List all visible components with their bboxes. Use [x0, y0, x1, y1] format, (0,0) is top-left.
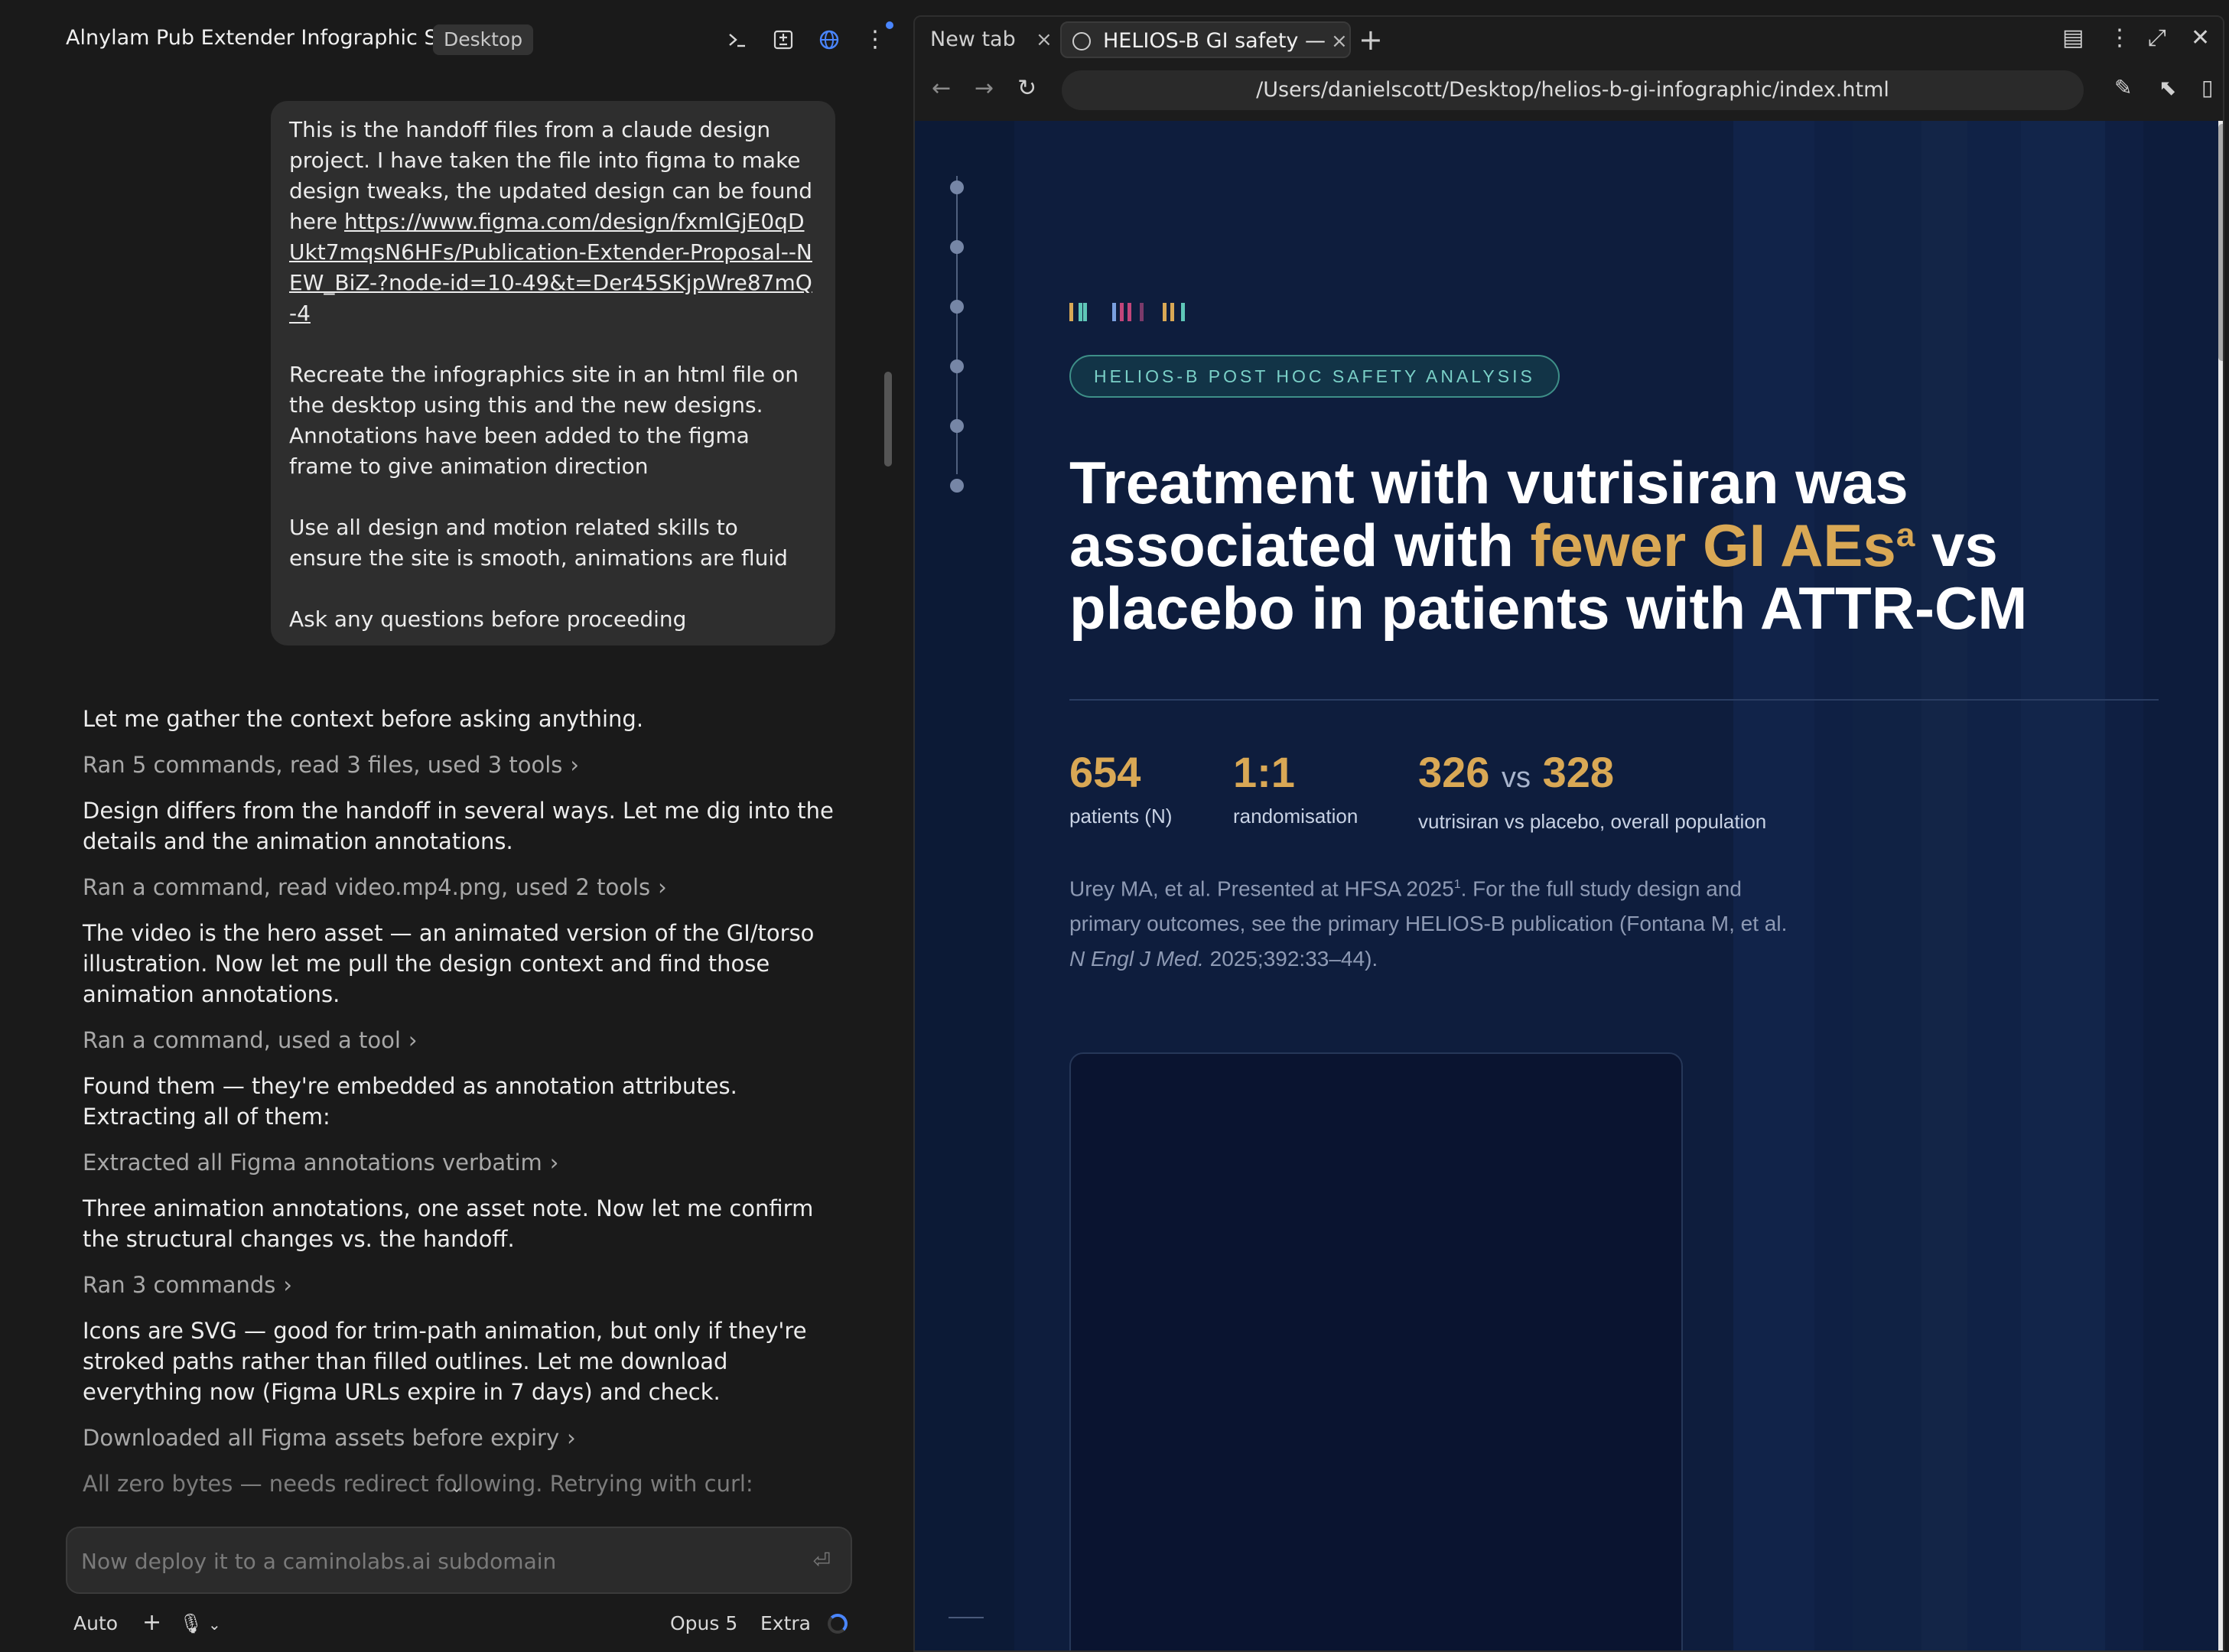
user-message-paragraph: This is the handoff files from a claude … [289, 117, 812, 326]
background-stripe [1921, 121, 1967, 1650]
microphone-icon[interactable]: 🎙︎ [179, 1612, 203, 1635]
assistant-message: Design differs from the handoff in sever… [83, 798, 834, 854]
forward-icon[interactable]: → [975, 75, 994, 102]
new-tab-icon[interactable]: + [1359, 23, 1383, 57]
terminal-icon[interactable] [722, 23, 753, 57]
chat-header: Alnylam Pub Extender Infographic Site De… [0, 0, 912, 80]
stat-value: 654 [1069, 748, 1141, 796]
chat-scrollbar[interactable] [884, 372, 892, 467]
reload-icon[interactable]: ↻ [1017, 75, 1036, 102]
chat-pane: Alnylam Pub Extender Infographic Site De… [0, 0, 912, 1652]
browser-window: New tab × HELIOS-B GI safety — V × + ▤ ⋮… [913, 15, 2224, 1652]
model-selector[interactable]: Opus 5 [670, 1612, 737, 1634]
device-icon[interactable]: ▯ [2201, 75, 2213, 100]
assistant-message: The video is the hero asset — an animate… [83, 920, 815, 1007]
assistant-message: Found them — they're embedded as annotat… [83, 1073, 737, 1130]
tool-summary-row[interactable]: Extracted all Figma annotations verbatim… [83, 1147, 848, 1178]
section-nav-rail [915, 121, 1014, 1650]
chevron-right-icon[interactable]: › [567, 1425, 576, 1451]
layout-icon[interactable]: ▤ [2062, 24, 2084, 51]
background-stripe [1814, 121, 1853, 1650]
address-bar: ← → ↻ /Users/danielscott/Desktop/helios-… [915, 67, 2223, 116]
stat-label: randomisation [1233, 805, 1359, 828]
assistant-transcript: Let me gather the context before asking … [83, 704, 848, 1499]
divider [1069, 699, 2159, 701]
tool-summary-row[interactable]: Ran a command, used a tool › [83, 1025, 848, 1055]
globe-icon [1072, 32, 1091, 50]
chevron-right-icon[interactable]: › [550, 1150, 559, 1176]
edit-icon[interactable]: ✎ [2114, 75, 2132, 100]
plus-icon[interactable]: + [142, 1609, 161, 1636]
citation: Urey MA, et al. Presented at HFSA 20251.… [1069, 876, 1788, 971]
stat-randomisation: 1:1 randomisation [1233, 748, 1358, 828]
tool-summary-row[interactable]: Ran 3 commands › [83, 1270, 848, 1300]
stat-arms: 326 vs 328 vutrisiran vs placebo, overal… [1418, 748, 1766, 834]
tool-summary-row[interactable]: Ran a command, read video.mp4.png, used … [83, 872, 848, 902]
background-stripe [2021, 121, 2105, 1650]
stat-value: 1:1 [1233, 748, 1295, 796]
hero-video-card[interactable] [1069, 1052, 1683, 1650]
section-nav-dot[interactable] [950, 359, 964, 373]
chevron-right-icon[interactable]: › [658, 874, 667, 900]
assistant-message: Let me gather the context before asking … [83, 706, 644, 732]
section-nav-dot[interactable] [950, 180, 964, 194]
message-input[interactable] [81, 1542, 785, 1580]
effort-selector[interactable]: Extra [760, 1612, 811, 1634]
assistant-message: Three animation annotations, one asset n… [83, 1195, 814, 1252]
page-scrollbar-thumb[interactable] [2218, 124, 2223, 361]
expand-icon[interactable]: ⤢ [2148, 24, 2166, 51]
close-tab-icon[interactable]: × [1325, 23, 1349, 57]
chevron-right-icon[interactable]: › [570, 752, 579, 778]
stat-value: 326 vs 328 [1418, 748, 1614, 796]
section-nav-dot[interactable] [950, 479, 964, 493]
tab-new[interactable]: New tab × [930, 21, 1053, 58]
user-message-bubble: This is the handoff files from a claude … [271, 101, 835, 646]
close-tab-icon[interactable]: × [1036, 21, 1053, 58]
environment-badge[interactable]: Desktop [433, 24, 534, 55]
background-stripe [1967, 121, 2021, 1650]
assistant-message: Icons are SVG — good for trim-path anima… [83, 1318, 807, 1405]
tab-active[interactable]: HELIOS-B GI safety — V × [1060, 21, 1351, 58]
background-stripe [2143, 121, 2218, 1650]
review-icon[interactable] [768, 23, 799, 57]
cursor-icon[interactable]: ⬉ [2159, 75, 2176, 100]
composer-footer: Auto + 🎙︎ ⌄ Opus 5 Extra [73, 1609, 854, 1640]
section-nav-dot[interactable] [950, 240, 964, 254]
mode-selector[interactable]: Auto [73, 1612, 118, 1634]
figma-link[interactable]: https://www.figma.com/design/fxmlGjE0qDU… [289, 209, 812, 326]
scroll-down-icon[interactable]: ⌄ [447, 1478, 467, 1498]
chevron-right-icon[interactable]: › [283, 1272, 292, 1298]
user-message-paragraph: Ask any questions before proceeding [289, 606, 687, 632]
notification-dot [886, 21, 893, 29]
user-message-paragraph: Recreate the infographics site in an htm… [289, 362, 799, 479]
section-nav-dot[interactable] [950, 419, 964, 433]
page-headline: Treatment with vutrisiran was associated… [1069, 449, 2028, 642]
back-icon[interactable]: ← [932, 75, 951, 102]
background-stripe [1853, 121, 1921, 1650]
stat-label: patients (N) [1069, 805, 1173, 828]
eyebrow-pill: HELIOS-B POST HOC SAFETY ANALYSIS [1069, 355, 1560, 398]
more-options-icon[interactable]: ⋮ [2108, 24, 2131, 51]
background-stripe [2105, 121, 2143, 1650]
chat-title: Alnylam Pub Extender Infographic Site [66, 26, 464, 50]
infographic-page: HELIOS-B POST HOC SAFETY ANALYSIS Treatm… [915, 121, 2223, 1650]
section-nav-indicator [949, 1617, 984, 1618]
chevron-right-icon[interactable]: › [408, 1027, 418, 1053]
chevron-down-icon[interactable]: ⌄ [208, 1615, 221, 1634]
headline-highlight: fewer GI AEsa [1530, 512, 1915, 579]
tool-summary-row[interactable]: Ran 5 commands, read 3 files, used 3 too… [83, 750, 848, 780]
more-options-icon[interactable]: ⋮ [860, 23, 890, 57]
loading-spinner-icon [828, 1614, 848, 1634]
tab-bar: New tab × HELIOS-B GI safety — V × + ▤ ⋮… [915, 17, 2223, 63]
send-icon[interactable]: ⏎ [813, 1548, 831, 1573]
composer[interactable]: ⏎ [66, 1527, 852, 1594]
stat-label: vutrisiran vs placebo, overall populatio… [1418, 810, 1767, 833]
section-nav-dot[interactable] [950, 300, 964, 314]
stat-patients: 654 patients (N) [1069, 748, 1172, 828]
url-field[interactable]: /Users/danielscott/Desktop/helios-b-gi-i… [1062, 70, 2084, 110]
close-window-icon[interactable]: ✕ [2191, 24, 2210, 51]
globe-icon[interactable] [814, 23, 844, 57]
user-message-paragraph: Use all design and motion related skills… [289, 515, 788, 571]
tool-summary-row[interactable]: Downloaded all Figma assets before expir… [83, 1423, 848, 1453]
